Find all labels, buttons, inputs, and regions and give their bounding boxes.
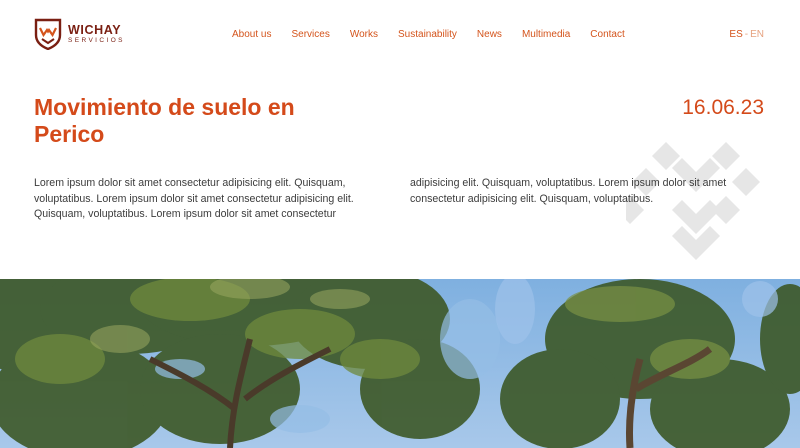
lang-en[interactable]: EN (750, 29, 764, 40)
nav-contact[interactable]: Contact (590, 29, 624, 40)
tree-canopy-photo-icon (0, 279, 800, 448)
language-switcher: ES - EN (729, 29, 764, 40)
lang-es[interactable]: ES (729, 29, 742, 40)
lang-separator: - (744, 29, 749, 40)
nav-works[interactable]: Works (350, 29, 378, 40)
nav-about-us[interactable]: About us (232, 29, 271, 40)
article-title: Movimiento de suelo en Perico (34, 94, 295, 147)
nav-news[interactable]: News (477, 29, 502, 40)
brand-subtitle: SERVICIOS (68, 37, 125, 44)
article-text-column-1: Lorem ipsum dolor sit amet consectetur a… (34, 177, 354, 220)
brand-name: WICHAY (68, 22, 122, 37)
main-nav: About us Services Works Sustainability N… (232, 29, 645, 40)
nav-services[interactable]: Services (291, 29, 329, 40)
nav-sustainability[interactable]: Sustainability (398, 29, 457, 40)
hero-image (0, 279, 800, 448)
site-header: WICHAY SERVICIOS About us Services Works… (0, 0, 800, 70)
nav-multimedia[interactable]: Multimedia (522, 29, 570, 40)
shield-logo-icon (34, 18, 62, 50)
logo[interactable]: WICHAY SERVICIOS (34, 18, 125, 50)
article-date: 16.06.23 (682, 96, 764, 119)
article-text-column-2: adipisicing elit. Quisquam, voluptatibus… (410, 177, 727, 205)
